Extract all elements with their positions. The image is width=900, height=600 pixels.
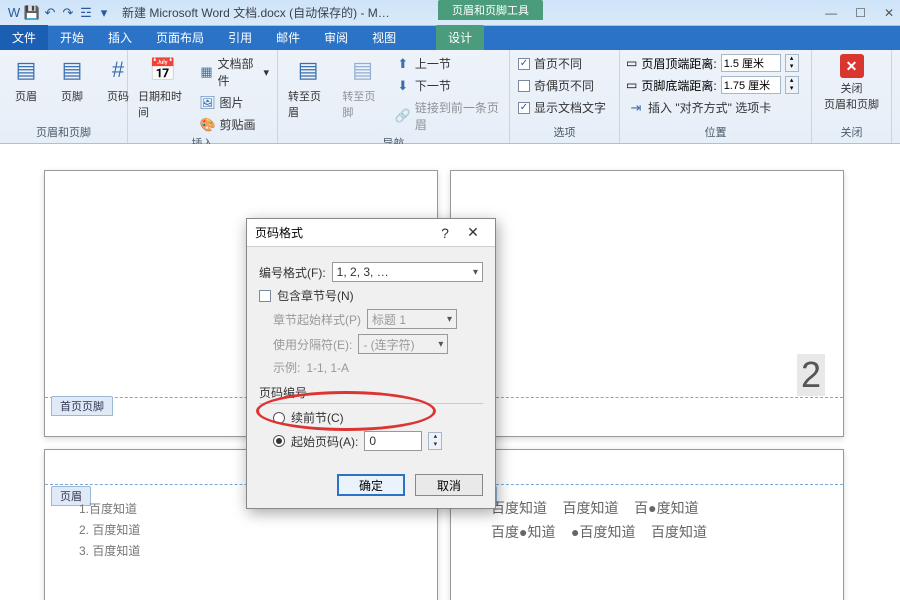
close-hf-button[interactable]: ✕ 关闭 页眉和页脚 [820, 52, 883, 114]
footer-bottom-input[interactable] [721, 76, 781, 94]
next-icon: ⬇ [395, 78, 411, 94]
link-icon: 🔗 [395, 108, 411, 124]
tab-references[interactable]: 引用 [216, 25, 264, 50]
tab-home[interactable]: 开始 [48, 25, 96, 50]
clipart-button[interactable]: 🎨剪贴画 [198, 115, 271, 134]
gotofooter-button[interactable]: ▤转至页脚 [338, 52, 386, 122]
continue-radio[interactable] [273, 412, 285, 424]
header-top-label: 页眉顶端距离: [641, 55, 716, 72]
ribbon-tabs: 文件 开始 插入 页面布局 引用 邮件 审阅 视图 设计 [0, 26, 900, 50]
gotoheader-icon: ▤ [292, 54, 324, 86]
start-at-input[interactable]: 0 [364, 431, 422, 451]
group-label-opts: 选项 [516, 123, 613, 141]
spinner[interactable]: ▴▾ [785, 76, 799, 94]
footer-button[interactable]: ▤页脚 [52, 52, 92, 106]
list-item: 3. 百度知道 [79, 542, 140, 559]
start-at-label: 起始页码(A): [291, 433, 358, 450]
odd-even-diff-check[interactable]: 奇偶页不同 [516, 76, 608, 95]
page-4: 页眉 百度知道 百度知道 百●度知道 百度●知道 ●百度知道 百度知道 [450, 449, 844, 600]
close-window-button[interactable]: ✕ [884, 6, 894, 20]
dialog-help-button[interactable]: ? [431, 225, 459, 241]
start-at-spinner[interactable]: ▴▾ [428, 432, 442, 450]
include-chapter-checkbox[interactable] [259, 290, 271, 302]
checkbox-icon [518, 80, 530, 92]
minimize-button[interactable]: — [825, 6, 837, 20]
ok-button[interactable]: 确定 [337, 474, 405, 496]
tab-review[interactable]: 审阅 [312, 25, 360, 50]
calendar-icon: 📅 [147, 54, 179, 86]
header-top-input[interactable] [721, 54, 781, 72]
list-item: 2. 百度知道 [79, 521, 140, 538]
body-text: 百度知道 百度知道 百●度知道 百度●知道 ●百度知道 百度知道 [491, 496, 823, 544]
group-label-hf: 页眉和页脚 [6, 123, 121, 141]
page-2: 2 [450, 170, 844, 437]
gotofooter-icon: ▤ [347, 54, 379, 86]
qat-customize-icon[interactable]: ▾ [96, 5, 112, 21]
group-label-close: 关闭 [818, 123, 885, 141]
document-title: 新建 Microsoft Word 文档.docx (自动保存的) - M… [122, 4, 390, 21]
maximize-button[interactable]: ☐ [855, 6, 866, 20]
page-number-format-dialog: 页码格式 ? ✕ 编号格式(F): 1, 2, 3, … 包含章节号(N) 章节… [246, 218, 496, 509]
print-icon[interactable]: ☲ [78, 5, 94, 21]
header-icon: ▤ [10, 54, 42, 86]
show-doc-text-check[interactable]: ✓显示文档文字 [516, 98, 608, 117]
close-icon: ✕ [840, 54, 864, 78]
chapter-style-label: 章节起始样式(P) [273, 311, 361, 328]
contextual-tools-title: 页眉和页脚工具 [438, 0, 543, 20]
picture-button[interactable]: 🖼图片 [198, 93, 271, 112]
separator-label: 使用分隔符(E): [273, 336, 352, 353]
start-at-radio[interactable] [273, 435, 285, 447]
footer-icon: ▤ [56, 54, 88, 86]
group-label-pos: 位置 [626, 123, 805, 141]
gotoheader-button[interactable]: ▤转至页眉 [284, 52, 332, 122]
prev-icon: ⬆ [395, 56, 411, 72]
next-section-button[interactable]: ⬇下一节 [393, 76, 503, 95]
parts-icon: ▦ [200, 64, 214, 80]
tab-icon: ⇥ [628, 100, 644, 116]
format-select[interactable]: 1, 2, 3, … [332, 262, 483, 282]
chapter-style-select: 标题 1 [367, 309, 457, 329]
redo-icon[interactable]: ↷ [60, 5, 76, 21]
header-button[interactable]: ▤页眉 [6, 52, 46, 106]
footer-bottom-label: 页脚底端距离: [641, 77, 716, 94]
list-item: 1.百度知道 [79, 500, 140, 517]
ruler-icon: ▭ [626, 78, 637, 92]
checkbox-icon: ✓ [518, 58, 530, 70]
cancel-button[interactable]: 取消 [415, 474, 483, 496]
undo-icon[interactable]: ↶ [42, 5, 58, 21]
picture-icon: 🖼 [200, 95, 216, 111]
numbering-group-label: 页码编号 [259, 384, 483, 401]
tab-design[interactable]: 设计 [436, 25, 484, 50]
separator-select: - (连字符) [358, 334, 448, 354]
tab-layout[interactable]: 页面布局 [144, 25, 216, 50]
format-label: 编号格式(F): [259, 264, 326, 281]
first-footer-tag: 首页页脚 [51, 396, 113, 416]
word-app-icon: W [6, 5, 22, 21]
save-icon[interactable]: 💾 [24, 5, 40, 21]
quickparts-button[interactable]: ▦文档部件▾ [198, 54, 271, 90]
spinner[interactable]: ▴▾ [785, 54, 799, 72]
prev-section-button[interactable]: ⬆上一节 [393, 54, 503, 73]
tab-file[interactable]: 文件 [0, 25, 48, 50]
insert-align-tab-button[interactable]: ⇥插入 "对齐方式" 选项卡 [626, 98, 799, 117]
include-chapter-label: 包含章节号(N) [277, 287, 354, 304]
datetime-button[interactable]: 📅日期和时间 [134, 52, 192, 122]
tab-mail[interactable]: 邮件 [264, 25, 312, 50]
continue-label: 续前节(C) [291, 409, 344, 426]
ruler-icon: ▭ [626, 56, 637, 70]
tab-insert[interactable]: 插入 [96, 25, 144, 50]
checkbox-icon: ✓ [518, 102, 530, 114]
dialog-close-button[interactable]: ✕ [459, 224, 487, 241]
example-value: 1-1, 1-A [306, 361, 349, 375]
clipart-icon: 🎨 [200, 117, 216, 133]
first-page-diff-check[interactable]: ✓首页不同 [516, 54, 608, 73]
ribbon: ▤页眉 ▤页脚 #页码 页眉和页脚 📅日期和时间 ▦文档部件▾ 🖼图片 🎨剪贴画… [0, 50, 900, 144]
link-prev-button[interactable]: 🔗链接到前一条页眉 [393, 98, 503, 134]
page-number-2: 2 [797, 354, 825, 396]
example-label: 示例: [273, 359, 300, 376]
tab-view[interactable]: 视图 [360, 25, 408, 50]
dialog-title: 页码格式 [255, 224, 431, 241]
